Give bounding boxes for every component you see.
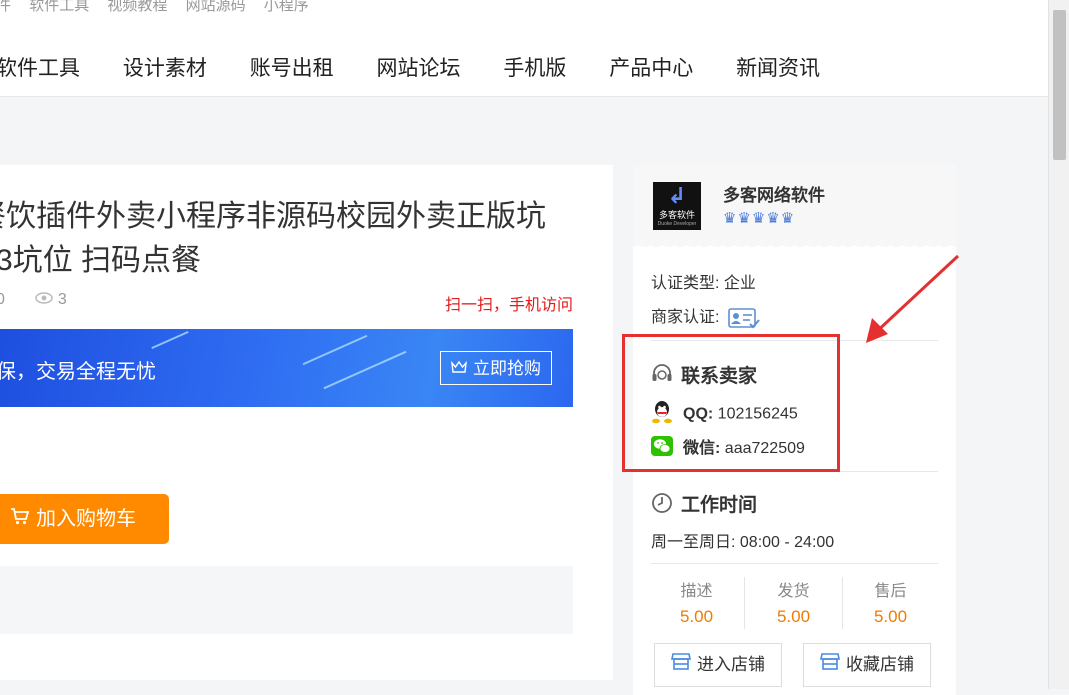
shop-icon <box>671 645 691 687</box>
shop-logo[interactable]: ↲ 多客软件 Duoke Developer <box>653 182 701 230</box>
add-to-cart-label: 加入购物车 <box>36 508 136 530</box>
enter-shop-button[interactable]: 进入店铺 <box>654 643 782 687</box>
shop-header: ↲ 多客软件 Duoke Developer 多客网络软件 ♛♛♛♛♛ <box>633 165 956 251</box>
logo-subtext: Duoke Developer <box>657 221 697 227</box>
info-box <box>0 566 573 634</box>
merchant-cert-row: 商家认证: <box>651 303 760 329</box>
score-label: 描述 <box>680 583 713 600</box>
cert-type-row: 认证类型: 企业 <box>651 269 756 293</box>
logo-text: 多客软件 <box>658 210 695 220</box>
logo-mark: ↲ <box>667 183 687 208</box>
top-link[interactable]: 软件工具 <box>29 0 89 15</box>
score-description: 描述 5.00 <box>648 577 745 627</box>
score-after-sales: 售后 5.00 <box>842 577 939 627</box>
banner-streak <box>151 330 189 350</box>
clock-icon <box>651 492 673 520</box>
shop-name[interactable]: 多客网络软件 <box>723 181 825 206</box>
work-hours-heading: 工作时间 <box>651 490 757 520</box>
cert-type-value: 企业 <box>723 275 756 292</box>
top-link[interactable]: 小程序 <box>264 0 309 15</box>
buy-now-label: 立即抢购 <box>473 359 541 378</box>
product-panel: 餐饮插件外卖小程序非源码校园外卖正版坑V3坑位 扫码点餐 0 3 扫一扫，手机访… <box>0 165 613 680</box>
score-shipping: 发货 5.00 <box>745 577 842 627</box>
product-meta: 0 3 <box>0 291 67 309</box>
score-value: 5.00 <box>776 607 811 626</box>
nav-item-software[interactable]: 软件工具 <box>0 52 80 82</box>
banner-streak <box>302 334 368 366</box>
banner-streak <box>323 350 407 390</box>
work-hours-value: 周一至周日: 08:00 - 24:00 <box>651 534 835 551</box>
score-value: 5.00 <box>873 607 908 626</box>
add-to-cart-button[interactable]: 加入购物车 <box>0 494 169 544</box>
work-hours-title: 工作时间 <box>681 495 758 516</box>
crown-rating-icon: ♛♛♛♛♛ <box>723 210 796 227</box>
annotation-arrow <box>866 254 960 343</box>
meta-count: 0 <box>0 291 5 308</box>
score-label: 售后 <box>874 583 907 600</box>
top-link[interactable]: 视频教程 <box>107 0 167 15</box>
cart-icon <box>10 494 30 544</box>
site-header: 件 软件工具 视频教程 网站源码 小程序 软件工具 设计素材 账号出租 网站论坛… <box>0 0 1048 97</box>
score-label: 发货 <box>777 583 810 600</box>
top-link[interactable]: 网站源码 <box>186 0 246 15</box>
main-nav: 软件工具 设计素材 账号出租 网站论坛 手机版 产品中心 新闻资讯 <box>0 52 857 82</box>
divider <box>651 563 938 564</box>
nav-item-design[interactable]: 设计素材 <box>123 52 207 82</box>
nav-item-accounts[interactable]: 账号出租 <box>250 52 334 82</box>
score-value: 5.00 <box>679 607 714 626</box>
product-title: 餐饮插件外卖小程序非源码校园外卖正版坑V3坑位 扫码点餐 <box>0 200 546 277</box>
top-links: 件 软件工具 视频教程 网站源码 小程序 <box>0 0 323 15</box>
eye-icon <box>35 291 54 309</box>
nav-item-news[interactable]: 新闻资讯 <box>736 52 820 82</box>
banner-text: 保，交易全程无忧 <box>0 361 156 383</box>
crown-icon <box>451 352 467 386</box>
merchant-cert-label: 商家认证: <box>651 309 720 326</box>
promo-banner: 保，交易全程无忧 立即抢购 <box>0 329 573 407</box>
annotation-highlight-box <box>622 334 840 472</box>
favorite-shop-label: 收藏店铺 <box>846 655 914 674</box>
shop-icon <box>820 645 840 687</box>
page-scrollbar[interactable] <box>1048 0 1069 689</box>
id-card-icon[interactable] <box>728 307 760 329</box>
nav-item-mobile[interactable]: 手机版 <box>503 52 566 82</box>
scan-mobile-link[interactable]: 扫一扫，手机访问 <box>445 291 573 315</box>
favorite-shop-button[interactable]: 收藏店铺 <box>803 643 931 687</box>
nav-item-products[interactable]: 产品中心 <box>609 52 693 82</box>
nav-item-forum[interactable]: 网站论坛 <box>377 52 461 82</box>
top-link[interactable]: 件 <box>0 0 11 15</box>
enter-shop-label: 进入店铺 <box>697 655 765 674</box>
view-count: 3 <box>57 291 67 308</box>
cert-type-label: 认证类型: <box>651 275 720 292</box>
buy-now-button[interactable]: 立即抢购 <box>440 351 552 385</box>
scrollbar-thumb[interactable] <box>1053 10 1066 160</box>
